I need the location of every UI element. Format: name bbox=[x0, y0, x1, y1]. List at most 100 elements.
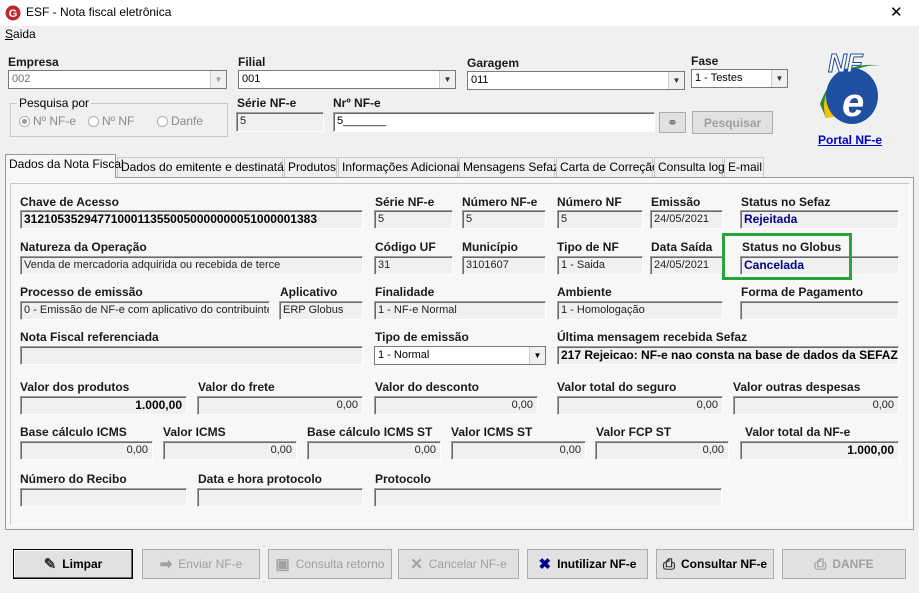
window-title: ESF - Nota fiscal eletrônica bbox=[26, 5, 172, 19]
filial-select[interactable]: 001 ▼ bbox=[238, 70, 456, 89]
nr-nfe-input[interactable]: 5_______ bbox=[333, 112, 655, 132]
data-saida-field[interactable]: 24/05/2021 bbox=[650, 256, 723, 275]
chevron-down-icon: ▼ bbox=[439, 71, 455, 88]
limpar-button[interactable]: ✎ Limpar bbox=[13, 549, 133, 579]
valor-produtos-field[interactable]: 1.000,00 bbox=[20, 396, 187, 415]
filial-label: Filial bbox=[238, 55, 266, 69]
enviar-nfe-button[interactable]: ➡ Enviar NF-e bbox=[142, 549, 260, 579]
codigo-uf-label: Código UF bbox=[375, 240, 436, 254]
emissao-field[interactable]: 24/05/2021 bbox=[650, 210, 723, 229]
fase-select[interactable]: 1 - Testes ▼ bbox=[691, 69, 788, 88]
municipio-field[interactable]: 3101607 bbox=[462, 256, 546, 275]
radio-nfe[interactable]: Nº NF-e bbox=[19, 114, 76, 128]
tipo-emissao-select[interactable]: 1 - Normal ▼ bbox=[374, 346, 546, 365]
garagem-select[interactable]: 011 ▼ bbox=[467, 71, 685, 90]
empresa-select[interactable]: 002 ▼ bbox=[8, 70, 227, 89]
status-sefaz-field[interactable]: Rejeitada bbox=[740, 210, 899, 229]
cancel-x-icon: ✕ bbox=[410, 556, 423, 573]
danfe-button[interactable]: ⎙ DANFE bbox=[782, 549, 906, 579]
base-icms-label: Base cálculo ICMS bbox=[20, 425, 127, 439]
cancelar-nfe-button[interactable]: ✕ Cancelar NF-e bbox=[398, 549, 519, 579]
numero-nfe-label: Número NF-e bbox=[462, 195, 538, 209]
valor-frete-field[interactable]: 0,00 bbox=[197, 396, 363, 415]
status-sefaz-label: Status no Sefaz bbox=[741, 195, 831, 209]
tab-informacoes-adicionais[interactable]: Informações Adicionais bbox=[338, 157, 465, 177]
filial-value: 001 bbox=[242, 73, 261, 85]
ambiente-label: Ambiente bbox=[557, 285, 612, 299]
chevron-down-icon: ▼ bbox=[668, 72, 684, 89]
natureza-field[interactable]: Venda de mercadoria adquirida ou recebid… bbox=[20, 256, 363, 275]
empresa-value: 002 bbox=[12, 73, 31, 85]
numero-nf-field[interactable]: 5 bbox=[557, 210, 643, 229]
portal-nfe-link[interactable]: Portal NF-e bbox=[818, 133, 882, 147]
document-search-icon: ⎙ bbox=[662, 555, 675, 573]
processo-field[interactable]: 0 - Emissão de NF-e com aplicativo do co… bbox=[20, 301, 270, 320]
consulta-retorno-button[interactable]: ▣ Consulta retorno bbox=[268, 549, 392, 579]
inutilizar-nfe-button[interactable]: ✖ Inutilizar NF-e bbox=[527, 549, 648, 579]
valor-seguro-field[interactable]: 0,00 bbox=[557, 396, 723, 415]
serie-field[interactable]: 5 bbox=[374, 210, 453, 229]
municipio-label: Município bbox=[462, 240, 518, 254]
data-protocolo-field[interactable] bbox=[197, 488, 363, 507]
consulta-retorno-label: Consulta retorno bbox=[295, 557, 385, 571]
garagem-value: 011 bbox=[471, 74, 489, 86]
pesquisa-label: Pesquisa por bbox=[17, 96, 92, 110]
radio-dot bbox=[19, 115, 30, 127]
valor-fcp-st-field[interactable]: 0,00 bbox=[595, 441, 729, 460]
consultar-nfe-label: Consultar NF-e bbox=[681, 557, 768, 571]
data-saida-label: Data Saída bbox=[651, 240, 713, 254]
printer-icon: ▣ bbox=[275, 556, 290, 573]
valor-icms-st-label: Valor ICMS ST bbox=[451, 425, 533, 439]
tab-consulta-log[interactable]: Consulta log bbox=[654, 157, 725, 177]
processo-label: Processo de emissão bbox=[20, 285, 143, 299]
tipo-nf-field[interactable]: 1 - Saida bbox=[557, 256, 643, 275]
forma-pagamento-label: Forma de Pagamento bbox=[741, 285, 864, 299]
header-serie-field[interactable]: 5 bbox=[236, 112, 324, 132]
tab-e-mail[interactable]: E-mail bbox=[724, 157, 764, 177]
radio-dot bbox=[157, 115, 168, 127]
ambiente-field[interactable]: 1 - Homologação bbox=[557, 301, 723, 320]
tab-carta-de-correcao[interactable]: Carta de Correção bbox=[556, 157, 659, 177]
tab-produtos[interactable]: Produtos bbox=[284, 157, 337, 177]
valor-icms-field[interactable]: 0,00 bbox=[163, 441, 297, 460]
protocolo-field[interactable] bbox=[374, 488, 722, 507]
tab-dados-do-emitente-e-destinatario[interactable]: Dados do emitente e destinatário bbox=[117, 157, 297, 177]
emissao-label: Emissão bbox=[651, 195, 701, 209]
pesquisar-button[interactable]: Pesquisar bbox=[692, 111, 773, 134]
chave-field[interactable]: 3121053529477100011355005000000005100000… bbox=[20, 210, 363, 229]
binoculars-button[interactable]: ⚭ bbox=[659, 112, 686, 133]
svg-text:G: G bbox=[9, 8, 18, 20]
codigo-uf-field[interactable]: 31 bbox=[374, 256, 453, 275]
radio-nf[interactable]: Nº NF bbox=[88, 114, 134, 128]
valor-total-field[interactable]: 1.000,00 bbox=[740, 441, 899, 460]
numero-nfe-field[interactable]: 5 bbox=[462, 210, 546, 229]
valor-desconto-field[interactable]: 0,00 bbox=[374, 396, 538, 415]
header-serie-label: Série NF-e bbox=[237, 96, 297, 110]
base-icms-st-field[interactable]: 0,00 bbox=[307, 441, 441, 460]
valor-total-label: Valor total da NF-e bbox=[745, 425, 851, 439]
app-logo-icon: G bbox=[5, 5, 21, 21]
serie-label: Série NF-e bbox=[375, 195, 435, 209]
valor-icms-st-field[interactable]: 0,00 bbox=[451, 441, 586, 460]
ultima-msg-field[interactable]: 217 Rejeicao: NF-e nao consta na base de… bbox=[557, 346, 899, 365]
valor-desconto-label: Valor do desconto bbox=[375, 380, 480, 394]
nfe-logo-icon: NF e bbox=[820, 48, 884, 125]
nf-referenciada-field[interactable] bbox=[20, 346, 363, 365]
chevron-down-icon: ▼ bbox=[771, 70, 787, 87]
base-icms-field[interactable]: 0,00 bbox=[20, 441, 153, 460]
close-icon[interactable]: ✕ bbox=[890, 3, 903, 21]
tab-dados-da-nota-fiscal[interactable]: Dados da Nota Fiscal bbox=[5, 154, 124, 178]
recibo-field[interactable] bbox=[20, 488, 187, 507]
forma-pagamento-field[interactable] bbox=[740, 301, 899, 320]
finalidade-field[interactable]: 1 - NF-e Normal bbox=[374, 301, 546, 320]
tab-mensagens-sefaz[interactable]: Mensagens Sefaz bbox=[459, 157, 559, 177]
radio-danfe[interactable]: Danfe bbox=[157, 114, 203, 128]
consultar-nfe-button[interactable]: ⎙ Consultar NF-e bbox=[656, 549, 774, 579]
menu-saida[interactable]: Saida bbox=[5, 27, 36, 41]
protocolo-label: Protocolo bbox=[375, 472, 431, 486]
valor-produtos-label: Valor dos produtos bbox=[20, 380, 130, 394]
valor-outras-field[interactable]: 0,00 bbox=[733, 396, 899, 415]
radio-nf-label: Nº NF bbox=[102, 114, 135, 128]
aplicativo-field[interactable]: ERP Globus bbox=[279, 301, 363, 320]
data-protocolo-label: Data e hora protocolo bbox=[198, 472, 323, 486]
